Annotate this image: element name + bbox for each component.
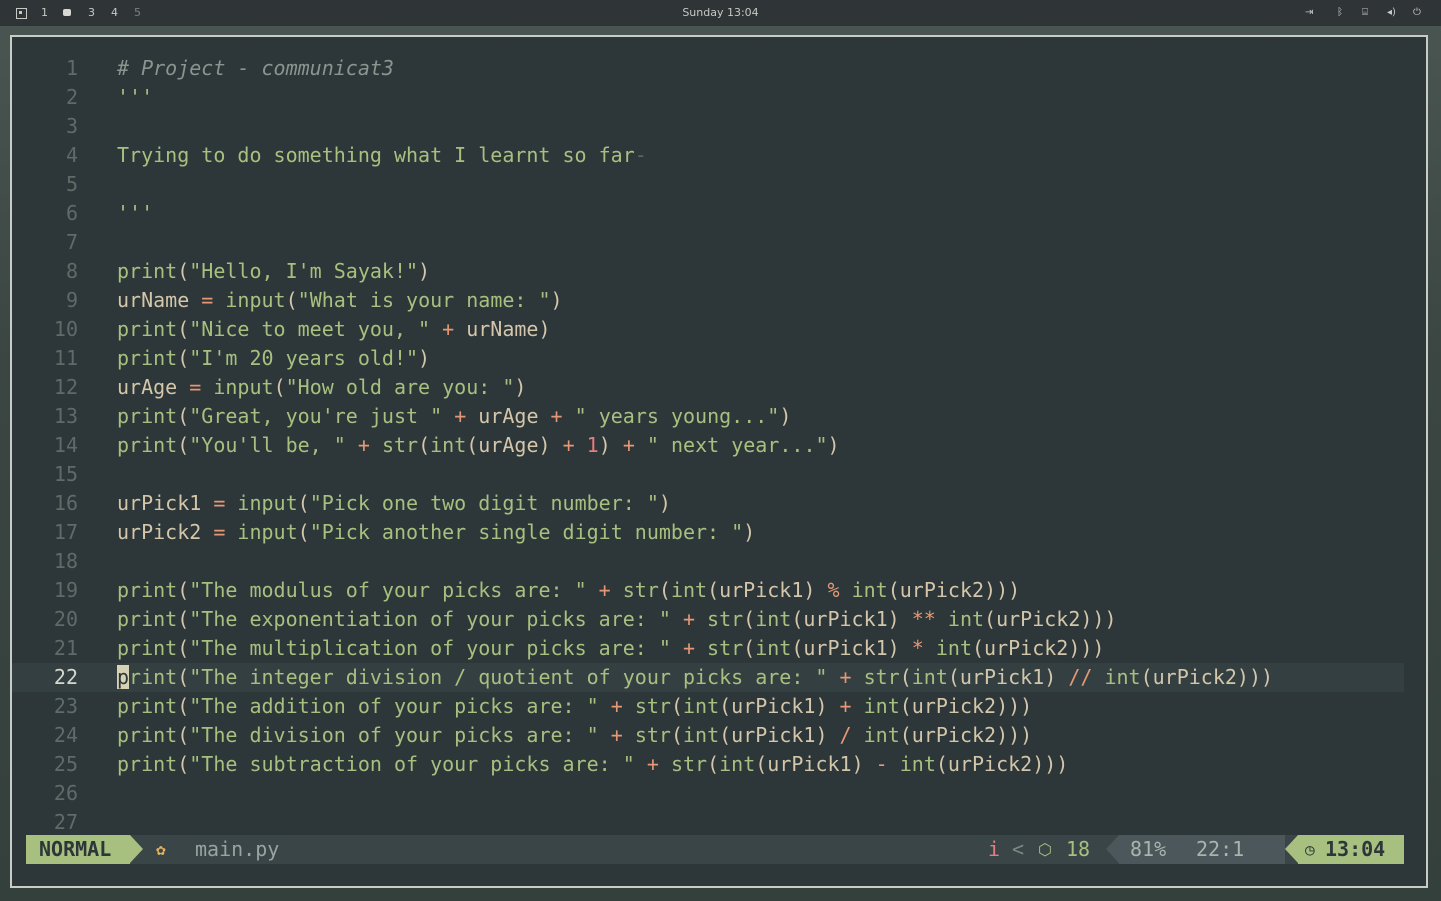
- terminal-window[interactable]: 1 # Project - communicat3 2 ''' 3 4 Tryi…: [10, 35, 1428, 888]
- line-number: 14: [53, 433, 78, 457]
- code-line[interactable]: 2 ''': [12, 83, 1404, 112]
- code-line[interactable]: 12 urAge = input("How old are you: "): [12, 373, 1404, 402]
- code-text: urName = input("What is your name: "): [117, 288, 563, 312]
- position-separator: [1106, 835, 1119, 863]
- code-line[interactable]: 10 print("Nice to meet you, " + urName): [12, 315, 1404, 344]
- code-line-current[interactable]: 22 print("The integer division / quotien…: [12, 663, 1404, 692]
- line-number: 8: [65, 259, 78, 283]
- time-separator: [1285, 835, 1298, 863]
- line-number: 18: [53, 549, 78, 573]
- code-line[interactable]: 20 print("The exponentiation of your pic…: [12, 605, 1404, 634]
- code-text: print("The integer division / quotient o…: [117, 665, 1274, 689]
- date-time: Sunday 13:04: [682, 6, 759, 19]
- code-text: print("You'll be, " + str(int(urAge) + 1…: [117, 433, 840, 457]
- package-icon: ⬡: [1038, 840, 1052, 859]
- code-text: print("Nice to meet you, " + urName): [117, 317, 551, 341]
- code-text: print("The modulus of your picks are: " …: [117, 578, 1021, 602]
- line-number: 20: [53, 607, 78, 631]
- status-time: 13:04: [1325, 837, 1386, 861]
- cursor-position: 22:1: [1196, 837, 1245, 861]
- code-line[interactable]: 13 print("Great, you're just " + urAge +…: [12, 402, 1404, 431]
- code-line[interactable]: 23 print("The addition of your picks are…: [12, 692, 1404, 721]
- code-text: print("Hello, I'm Sayak!"): [117, 259, 431, 283]
- code-line[interactable]: 19 print("The modulus of your picks are:…: [12, 576, 1404, 605]
- logout-icon[interactable]: ⇥: [1305, 0, 1313, 26]
- line-number: 25: [53, 752, 78, 776]
- code-text: print("The division of your picks are: "…: [117, 723, 1033, 747]
- network-icon[interactable]: ⌸: [1362, 0, 1368, 26]
- line-number: 6: [65, 201, 78, 225]
- line-number: 24: [53, 723, 78, 747]
- mode-separator: [130, 835, 143, 863]
- code-line[interactable]: 8 print("Hello, I'm Sayak!"): [12, 257, 1404, 286]
- code-text: ''': [117, 85, 154, 109]
- code-text: urAge = input("How old are you: "): [117, 375, 527, 399]
- line-number: 5: [65, 172, 78, 196]
- line-number: 27: [53, 810, 78, 834]
- line-number: 4: [65, 143, 78, 167]
- bluetooth-icon[interactable]: ᛒ: [1337, 0, 1343, 26]
- line-number: 22: [53, 665, 78, 689]
- code-text: Trying to do something what I learnt so …: [117, 143, 647, 167]
- code-text: print("The addition of your picks are: "…: [117, 694, 1033, 718]
- code-text: print("Great, you're just " + urAge + " …: [117, 404, 792, 428]
- code-text: print("I'm 20 years old!"): [117, 346, 431, 370]
- code-line[interactable]: 9 urName = input("What is your name: "): [12, 286, 1404, 315]
- code-line[interactable]: 6 ''': [12, 199, 1404, 228]
- code-line[interactable]: 21 print("The multiplication of your pic…: [12, 634, 1404, 663]
- code-line[interactable]: 11 print("I'm 20 years old!"): [12, 344, 1404, 373]
- code-line[interactable]: 17 urPick2 = input("Pick another single …: [12, 518, 1404, 547]
- code-text: urPick2 = input("Pick another single dig…: [117, 520, 756, 544]
- power-icon[interactable]: ⏻: [1413, 0, 1421, 26]
- line-number: 12: [53, 375, 78, 399]
- code-text: print("The subtraction of your picks are…: [117, 752, 1069, 776]
- code-line[interactable]: 1 # Project - communicat3: [12, 54, 1404, 83]
- code-text: # Project - communicat3: [117, 56, 394, 80]
- code-line[interactable]: 27: [12, 808, 1404, 837]
- volume-icon[interactable]: ◂): [1387, 0, 1396, 26]
- segment-separator: <: [1012, 837, 1025, 861]
- code-line[interactable]: 15: [12, 460, 1404, 489]
- code-line[interactable]: 3: [12, 112, 1404, 141]
- line-number: 10: [53, 317, 78, 341]
- code-line[interactable]: 26: [12, 779, 1404, 808]
- code-line[interactable]: 4 Trying to do something what I learnt s…: [12, 141, 1404, 170]
- diagnostic-indicator: i: [988, 837, 1001, 861]
- line-number: 19: [53, 578, 78, 602]
- line-number: 23: [53, 694, 78, 718]
- python-icon: ✿: [156, 840, 166, 859]
- line-number: 16: [53, 491, 78, 515]
- line-number: 3: [65, 114, 78, 138]
- code-line[interactable]: 24 print("The division of your picks are…: [12, 721, 1404, 750]
- code-line[interactable]: 7: [12, 228, 1404, 257]
- top-bar: 1 3 4 5 Sunday 13:04 ⇥ ᛒ ⌸ ◂) ⏻: [0, 0, 1441, 26]
- file-name: main.py: [195, 837, 280, 861]
- code-text: print("The exponentiation of your picks …: [117, 607, 1117, 631]
- line-number: 17: [53, 520, 78, 544]
- line-number: 15: [53, 462, 78, 486]
- code-line[interactable]: 16 urPick1 = input("Pick one two digit n…: [12, 489, 1404, 518]
- status-line: NORMAL ✿ main.py i < ⬡ 18 81% 22:1 ◷ 13:…: [26, 835, 1404, 864]
- mode-indicator: NORMAL: [26, 835, 130, 864]
- code-line[interactable]: 5: [12, 170, 1404, 199]
- code-text: print("The multiplication of your picks …: [117, 636, 1105, 660]
- line-number: 1: [65, 56, 78, 80]
- line-number: 21: [53, 636, 78, 660]
- code-line[interactable]: 14 print("You'll be, " + str(int(urAge) …: [12, 431, 1404, 460]
- clock-icon: ◷: [1305, 840, 1315, 859]
- code-line[interactable]: 18: [12, 547, 1404, 576]
- code-text: urPick1 = input("Pick one two digit numb…: [117, 491, 671, 515]
- package-count: 18: [1066, 837, 1091, 861]
- line-number: 9: [65, 288, 78, 312]
- line-number: 26: [53, 781, 78, 805]
- line-number: 11: [53, 346, 78, 370]
- text-cursor: p: [117, 665, 130, 689]
- line-number: 2: [65, 85, 78, 109]
- code-line[interactable]: 25 print("The subtraction of your picks …: [12, 750, 1404, 779]
- line-number: 7: [65, 230, 78, 254]
- code-text: ''': [117, 201, 154, 225]
- scroll-percent: 81%: [1130, 837, 1167, 861]
- line-number: 13: [53, 404, 78, 428]
